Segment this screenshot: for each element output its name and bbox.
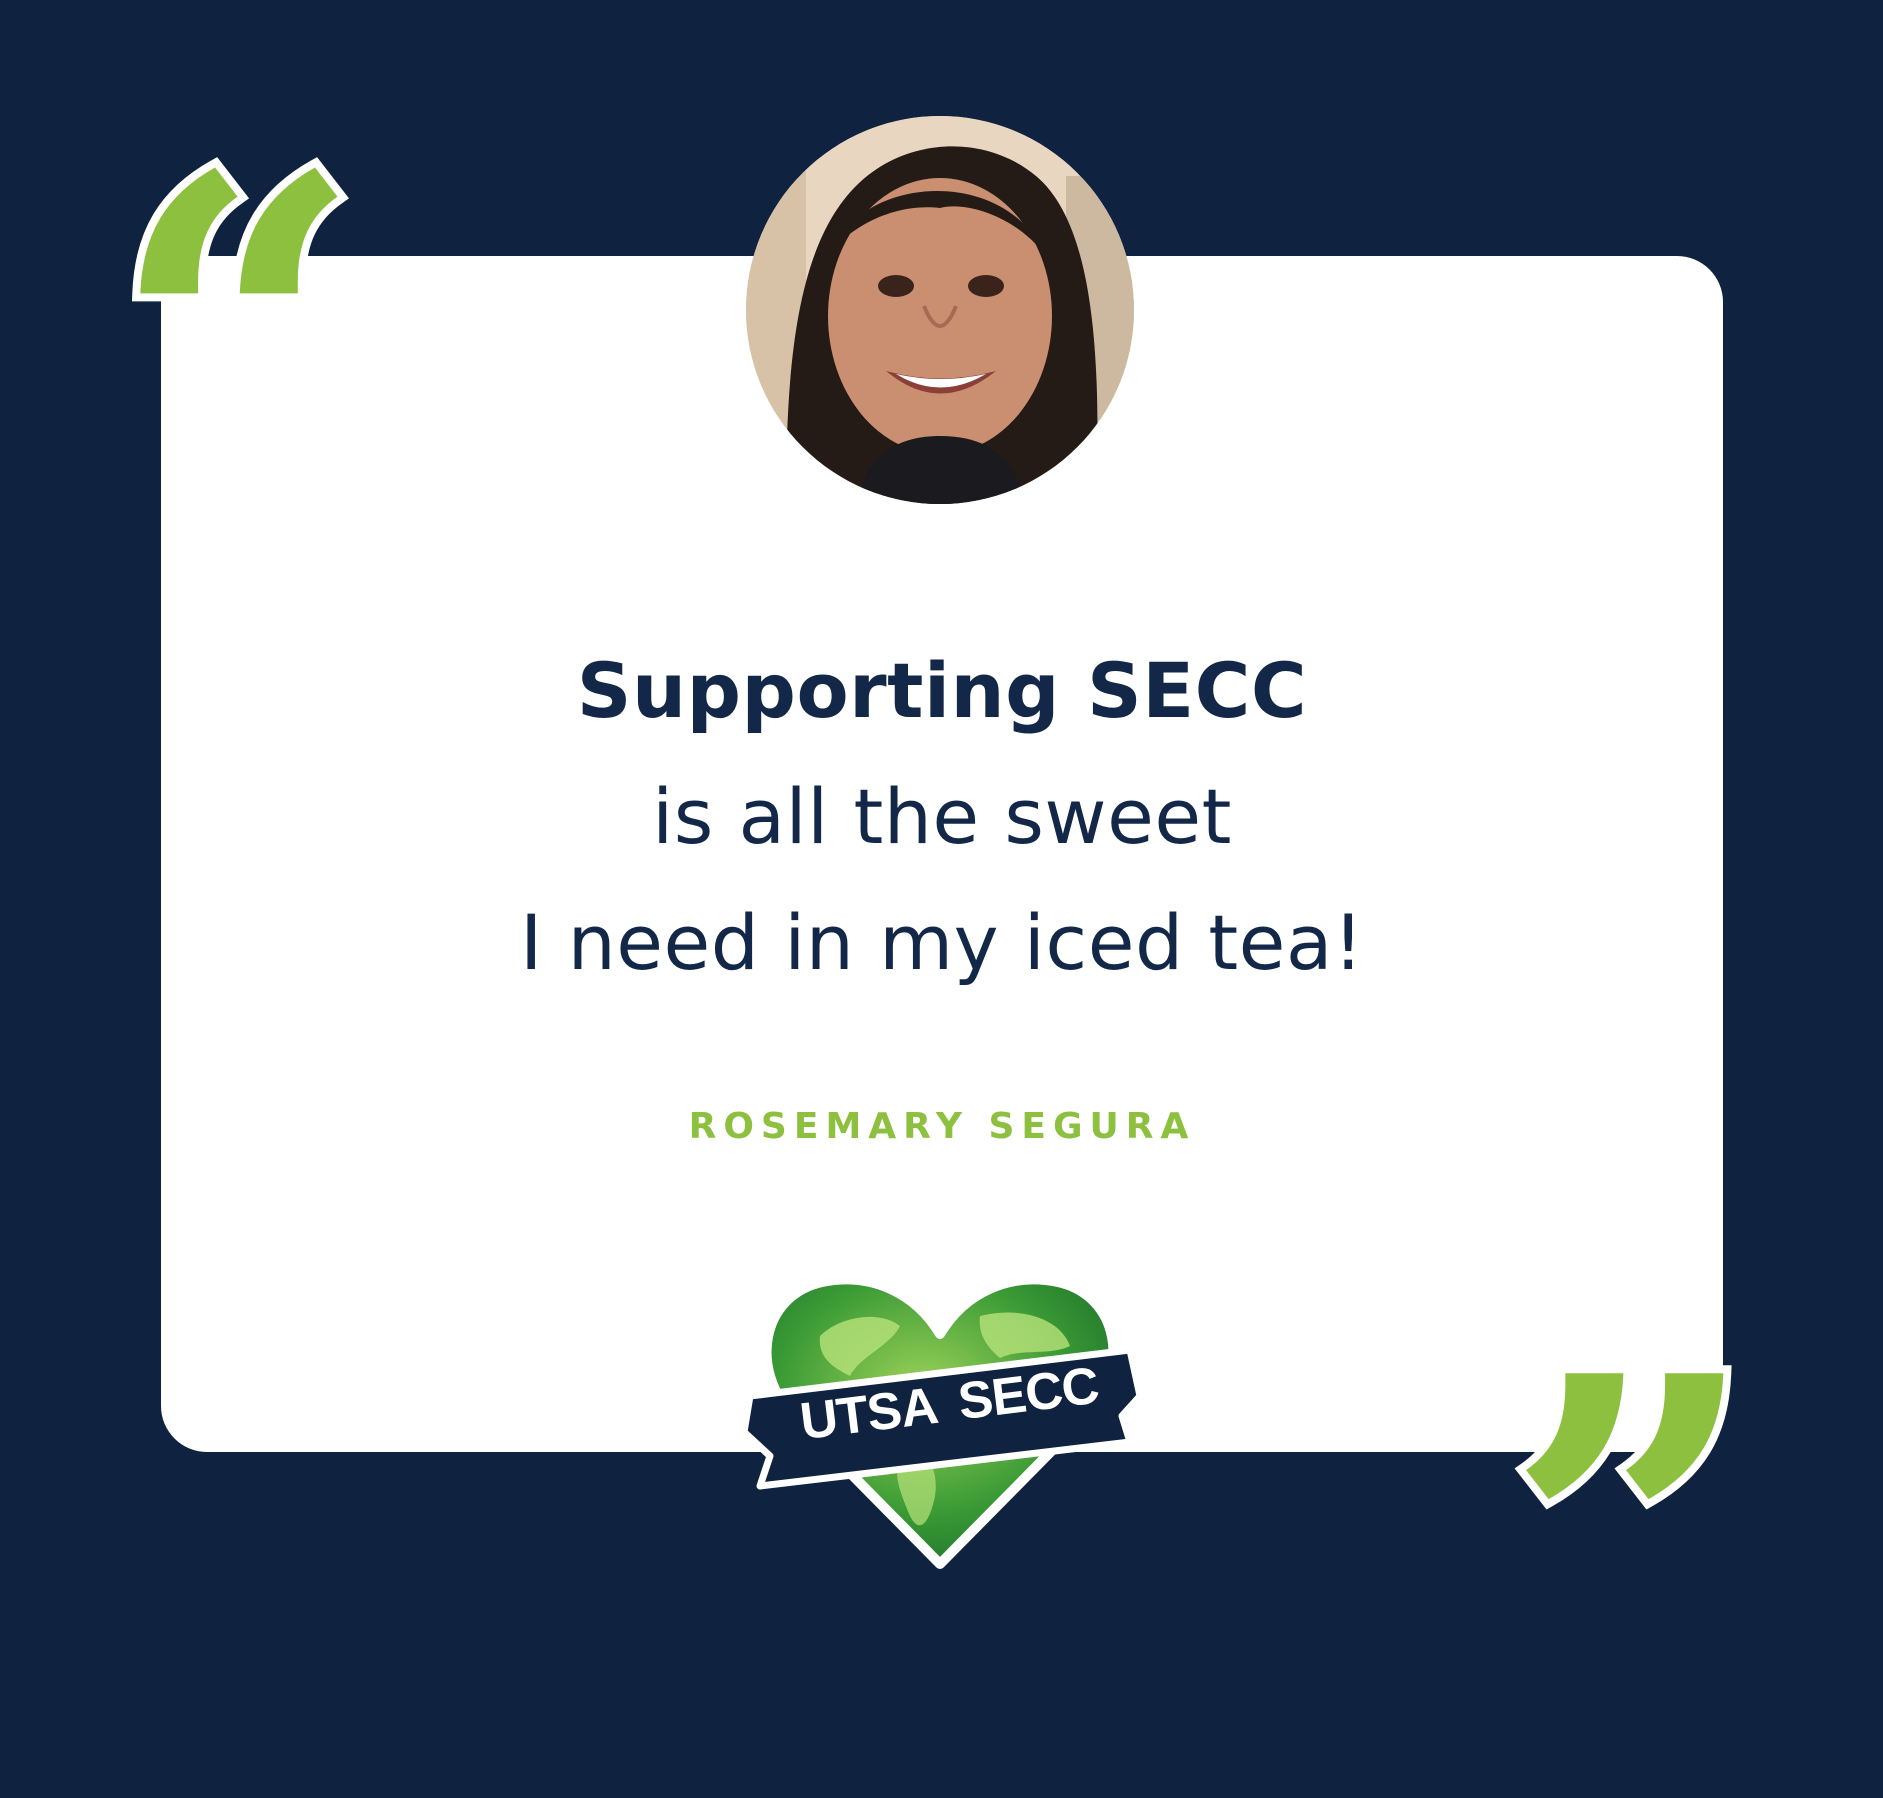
close-quote-icon: ” [1497,1281,1766,1798]
quote-line: I need in my iced tea! [520,898,1364,987]
open-quote-icon: “ [102,81,371,598]
utsa-secc-logo: UTSA SECC [730,1246,1150,1576]
quote-line: Supporting SECC [576,646,1308,735]
quote-text: Supporting SECC is all the sweet I need … [161,628,1723,1006]
author-name: ROSEMARY SEGURA [688,1106,1196,1147]
avatar [746,116,1134,504]
quote-line: is all the sweet [652,772,1232,861]
